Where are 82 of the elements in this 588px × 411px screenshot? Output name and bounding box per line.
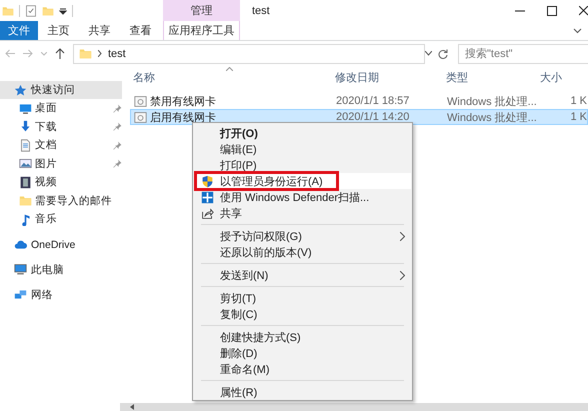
menu-item[interactable]: 剪切(T) — [194, 290, 411, 306]
menu-item[interactable]: 还原以前的版本(V) — [194, 244, 411, 260]
menu-item[interactable]: 共享 — [194, 205, 411, 221]
pin-icon — [113, 122, 122, 132]
menu-item[interactable]: 创建快捷方式(S) — [194, 329, 411, 345]
pin-icon — [113, 159, 122, 168]
nav-item[interactable]: 快速访问 — [0, 81, 122, 99]
nav-item[interactable]: 下载 — [0, 118, 122, 136]
folder-icon — [79, 47, 92, 60]
chevron-right-icon — [98, 50, 102, 57]
modified-date: 2020/1/1 18:57 — [336, 95, 410, 107]
menu-item[interactable]: 属性(R) — [194, 384, 411, 400]
file-row[interactable]: 禁用有线网卡 2020/1/1 18:57 Windows 批处理... 1 K — [130, 93, 588, 109]
network-icon — [14, 288, 27, 301]
horizontal-scrollbar[interactable] — [120, 403, 588, 411]
nav-item[interactable]: 此电脑 — [0, 260, 122, 278]
film-icon — [19, 176, 32, 189]
address-field[interactable]: test — [73, 44, 425, 64]
menu-item[interactable]: 打印(P) — [194, 157, 411, 173]
picture-icon — [19, 157, 32, 170]
menu-item[interactable]: 复制(C) — [194, 306, 411, 322]
close-icon[interactable] — [579, 6, 588, 16]
file-type: Windows 批处理... — [447, 96, 537, 108]
nav-item[interactable]: 视频 — [0, 173, 122, 192]
search-field[interactable]: 搜索"test" — [458, 44, 588, 64]
music-note-icon — [19, 212, 32, 226]
scroll-left-arrow-icon[interactable] — [128, 404, 136, 410]
ribbon-tab[interactable]: 查看 — [120, 21, 161, 40]
ribbon-tab[interactable]: 共享 — [79, 21, 120, 40]
properties-icon[interactable] — [25, 4, 37, 16]
nav-item[interactable]: 图片 — [0, 154, 122, 173]
chevron-down-icon[interactable] — [573, 28, 582, 34]
column-header[interactable]: 类型 — [446, 65, 540, 85]
ribbon-tab[interactable]: 主页 — [38, 21, 79, 40]
nav-item[interactable]: 需要导入的邮件 — [0, 192, 122, 210]
share-icon — [200, 206, 214, 220]
file-size: 1 K — [570, 95, 587, 107]
download-arrow-icon — [19, 120, 32, 134]
menu-item[interactable]: 发送到(N) — [194, 267, 411, 283]
file-size: 1 K — [570, 111, 587, 123]
file-type: Windows 批处理... — [447, 112, 537, 124]
maximize-icon[interactable] — [547, 6, 557, 16]
menu-item[interactable]: 编辑(E) — [194, 141, 411, 157]
column-header[interactable]: 修改日期 — [335, 65, 446, 85]
nav-item[interactable]: 桌面 — [0, 99, 122, 118]
menu-item[interactable]: 授予访问权限(G) — [194, 228, 411, 244]
folder-icon — [19, 194, 32, 208]
menu-item[interactable]: 使用 Windows Defender扫描... — [194, 189, 411, 205]
chevron-down-icon[interactable] — [425, 51, 432, 56]
nav-item[interactable]: 音乐 — [0, 210, 122, 228]
file-row[interactable]: 启用有线网卡 2020/1/1 14:20 Windows 批处理... 1 K — [130, 109, 588, 125]
defender-icon — [200, 190, 214, 204]
desktop-icon — [19, 102, 32, 115]
column-header[interactable]: 大小 — [540, 65, 588, 85]
up-arrow-icon[interactable] — [55, 48, 65, 59]
star-icon — [14, 84, 27, 96]
cloud-icon — [14, 238, 27, 251]
context-tab-group: 管理 — [163, 0, 240, 21]
document-icon — [19, 138, 32, 152]
window-title: test — [251, 4, 270, 18]
batch-file-icon — [134, 110, 147, 124]
sort-caret-icon — [226, 67, 233, 71]
monitor-icon — [14, 263, 27, 276]
file-name: 启用有线网卡 — [150, 110, 216, 124]
file-name: 禁用有线网卡 — [150, 94, 216, 108]
menu-item[interactable]: 删除(D) — [194, 345, 411, 361]
pin-icon — [113, 140, 122, 150]
ribbon-tab[interactable]: 应用程序工具 — [163, 21, 240, 40]
menu-item[interactable]: 以管理员身份运行(A) — [194, 173, 411, 189]
shield-icon — [200, 174, 214, 188]
refresh-icon[interactable] — [438, 48, 448, 58]
menu-item[interactable]: 重命名(M) — [194, 361, 411, 377]
batch-file-icon — [134, 94, 147, 108]
modified-date: 2020/1/1 14:20 — [336, 111, 410, 123]
pin-icon — [113, 104, 122, 113]
nav-item[interactable]: 网络 — [0, 286, 122, 304]
menu-item[interactable]: 打开(O) — [194, 125, 411, 141]
nav-item[interactable]: OneDrive — [0, 236, 122, 254]
dropdown-icon[interactable] — [59, 6, 67, 14]
column-header[interactable]: 名称 — [133, 65, 335, 85]
nav-item[interactable]: 文档 — [0, 136, 122, 154]
ribbon-tab[interactable]: 文件 — [0, 21, 38, 40]
